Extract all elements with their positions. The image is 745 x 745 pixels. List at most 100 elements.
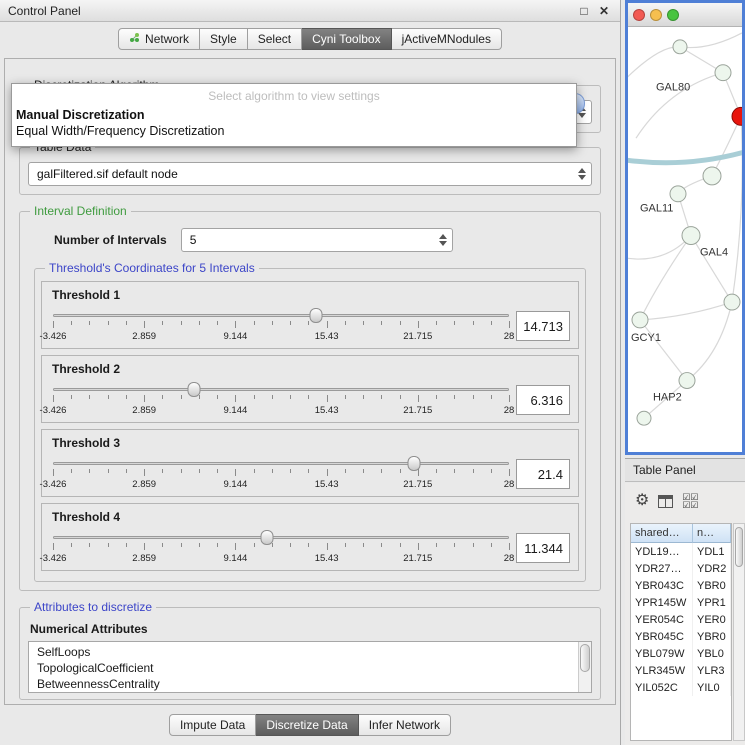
tab-select[interactable]: Select (248, 28, 302, 50)
scale-label: 2.859 (132, 553, 156, 564)
table-row[interactable]: YBR043CYBR0 (631, 577, 731, 594)
table-data-value: galFiltered.sif default node (37, 167, 178, 181)
scale-label: 2.859 (132, 405, 156, 416)
interval-definition-title: Interval Definition (30, 204, 131, 218)
network-node[interactable] (682, 227, 700, 245)
list-item-selfloops[interactable]: SelfLoops (37, 644, 575, 660)
scale-label: 9.144 (224, 405, 248, 416)
bottom-tab-infer-network[interactable]: Infer Network (359, 714, 451, 736)
threshold-panel-1: Threshold 1 -3.4262.8599.14415.4321.7152… (41, 281, 579, 349)
close-icon[interactable]: ✕ (596, 4, 612, 18)
table-cell[interactable]: YBR0 (693, 628, 731, 645)
threshold-slider[interactable]: -3.4262.8599.14415.4321.71528 (52, 454, 510, 494)
network-node[interactable] (632, 312, 648, 328)
select-columns-icon[interactable]: ☑☑ ☑☑ (682, 493, 698, 509)
table-cell[interactable]: YPR1 (693, 594, 731, 611)
threshold-value-input[interactable]: 14.713 (516, 311, 570, 341)
network-node[interactable] (703, 167, 721, 185)
attributes-scrollbar-thumb[interactable] (580, 644, 590, 672)
table-cell[interactable]: YPR145W (631, 594, 693, 611)
network-node[interactable] (673, 40, 687, 54)
network-node[interactable] (724, 294, 740, 310)
table-row[interactable]: YPR145WYPR1 (631, 594, 731, 611)
network-node-selected[interactable] (732, 107, 742, 125)
table-scrollbar[interactable] (733, 523, 745, 741)
network-node[interactable] (670, 186, 686, 202)
table-row[interactable]: YDR27…YDR2 (631, 560, 731, 577)
tab-network[interactable]: Network (118, 28, 200, 50)
scale-label: 2.859 (132, 479, 156, 490)
table-cell[interactable]: YDR2 (693, 560, 731, 577)
scale-label: 15.43 (315, 553, 339, 564)
network-canvas[interactable]: GAL80GAL11GAL4GCY1HAP2 (628, 27, 742, 452)
node-label-gal11: GAL11 (640, 203, 673, 215)
table-row[interactable]: YBL079WYBL0 (631, 645, 731, 662)
node-label-gal80: GAL80 (656, 82, 690, 94)
table-cell[interactable]: YBR045C (631, 628, 693, 645)
table-row[interactable]: YLR345WYLR3 (631, 662, 731, 679)
node-attribute-table: shared… n… YDL19…YDL1YDR27…YDR2YBR043CYB… (630, 523, 732, 741)
threshold-value-input[interactable]: 6.316 (516, 385, 570, 415)
slider-track[interactable] (53, 536, 509, 539)
table-data-combobox[interactable]: galFiltered.sif default node (28, 162, 592, 186)
table-row[interactable]: YBR045CYBR0 (631, 628, 731, 645)
table-cell[interactable]: YER0 (693, 611, 731, 628)
dropdown-option-manual-discretization[interactable]: Manual Discretization (12, 107, 576, 123)
gear-icon[interactable]: ⚙ (635, 493, 649, 509)
slider-ticks (53, 321, 509, 329)
minimize-traffic-light-icon[interactable] (650, 9, 662, 21)
tab-style[interactable]: Style (200, 28, 248, 50)
table-panel-toolbar: ⚙ ☑☑ ☑☑ (625, 483, 745, 519)
table-cell[interactable]: YIL052C (631, 679, 693, 696)
threshold-value-input[interactable]: 11.344 (516, 533, 570, 563)
columns-icon[interactable] (658, 495, 673, 508)
threshold-slider[interactable]: -3.4262.8599.14415.4321.71528 (52, 528, 510, 568)
table-cell[interactable]: YLR3 (693, 662, 731, 679)
table-cell[interactable]: YER054C (631, 611, 693, 628)
threshold-panel-2: Threshold 2 -3.4262.8599.14415.4321.7152… (41, 355, 579, 423)
network-node[interactable] (679, 373, 695, 389)
dropdown-option-equal-width-frequency-discretization[interactable]: Equal Width/Frequency Discretization (12, 123, 576, 139)
table-cell[interactable]: YDR27… (631, 560, 693, 577)
close-traffic-light-icon[interactable] (633, 9, 645, 21)
slider-track[interactable] (53, 462, 509, 465)
threshold-slider[interactable]: -3.4262.8599.14415.4321.71528 (52, 306, 510, 346)
table-row[interactable]: YIL052CYIL0 (631, 679, 731, 696)
table-cell[interactable]: YDL1 (693, 543, 731, 560)
table-cell[interactable]: YIL0 (693, 679, 731, 696)
network-node[interactable] (715, 65, 731, 81)
threshold-value-input[interactable]: 21.4 (516, 459, 570, 489)
zoom-traffic-light-icon[interactable] (667, 9, 679, 21)
bottom-tab-impute-data[interactable]: Impute Data (169, 714, 256, 736)
slider-track[interactable] (53, 388, 509, 391)
scale-label: 28 (504, 405, 515, 416)
bottom-tabbar: Impute DataDiscretize DataInfer Network (0, 705, 620, 745)
list-item-betweennesscentrality[interactable]: BetweennessCentrality (37, 676, 575, 692)
float-window-icon[interactable]: □ (576, 4, 592, 18)
table-panel-header: Table Panel (625, 458, 745, 482)
table-cell[interactable]: YLR345W (631, 662, 693, 679)
table-scrollbar-thumb[interactable] (735, 527, 743, 567)
bottom-tab-discretize-data[interactable]: Discretize Data (256, 714, 358, 736)
table-cell[interactable]: YBR043C (631, 577, 693, 594)
threshold-slider[interactable]: -3.4262.8599.14415.4321.71528 (52, 380, 510, 420)
table-cell[interactable]: YBR0 (693, 577, 731, 594)
attributes-scrollbar[interactable] (578, 642, 591, 692)
network-window-titlebar[interactable] (628, 3, 742, 27)
column-header-shared-name[interactable]: shared… (631, 524, 693, 543)
column-header-name[interactable]: n… (693, 524, 731, 543)
table-cell[interactable]: YDL19… (631, 543, 693, 560)
table-cell[interactable]: YBL079W (631, 645, 693, 662)
number-of-intervals-combobox[interactable]: 5 (181, 228, 453, 252)
table-body: YDL19…YDL1YDR27…YDR2YBR043CYBR0YPR145WYP… (631, 543, 731, 696)
table-row[interactable]: YER054CYER0 (631, 611, 731, 628)
table-cell[interactable]: YBL0 (693, 645, 731, 662)
network-node[interactable] (637, 411, 651, 425)
list-item-topologicalcoefficient[interactable]: TopologicalCoefficient (37, 660, 575, 676)
scale-label: 21.715 (403, 479, 432, 490)
tab-jactivemnodules[interactable]: jActiveMNodules (392, 28, 502, 50)
tab-cyni-toolbox[interactable]: Cyni Toolbox (302, 28, 391, 50)
slider-track[interactable] (53, 314, 509, 317)
numerical-attributes-list[interactable]: SelfLoopsTopologicalCoefficientBetweenne… (28, 641, 592, 693)
table-row[interactable]: YDL19…YDL1 (631, 543, 731, 560)
